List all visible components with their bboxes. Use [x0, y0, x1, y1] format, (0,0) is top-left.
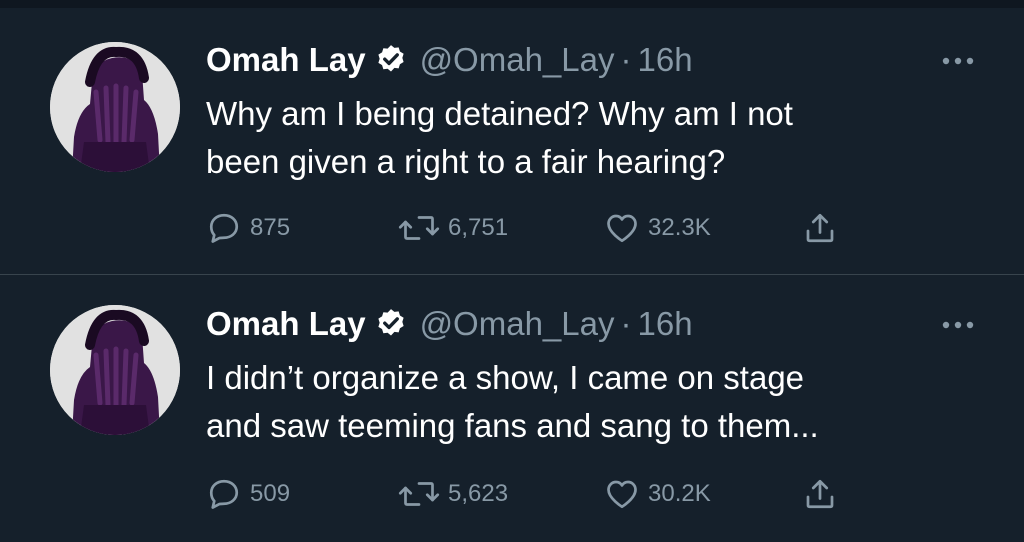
- like-count: 30.2K: [648, 480, 711, 507]
- author-name[interactable]: Omah Lay: [206, 305, 366, 343]
- reply-count: 875: [250, 214, 291, 241]
- tweet[interactable]: Omah Lay @Omah_Lay · 16h I didn’t organi…: [0, 275, 1024, 542]
- tweet-header: Omah Lay @Omah_Lay · 16h: [206, 302, 693, 346]
- tweet-text: I didn’t organize a show, I came on stag…: [206, 354, 966, 450]
- reply-button[interactable]: 509: [206, 474, 290, 514]
- author-handle[interactable]: @Omah_Lay: [420, 305, 615, 343]
- timestamp[interactable]: 16h: [638, 305, 693, 343]
- timestamp[interactable]: 16h: [638, 41, 693, 79]
- heart-icon: [604, 476, 648, 512]
- share-icon: [802, 476, 838, 512]
- retweet-icon: [398, 210, 448, 246]
- verified-badge-icon: [374, 307, 408, 341]
- like-count: 32.3K: [648, 214, 711, 241]
- separator-dot: ·: [620, 41, 632, 78]
- action-bar: 509 5,623 30.2K: [206, 474, 906, 514]
- like-button[interactable]: 30.2K: [604, 474, 711, 514]
- retweet-count: 6,751: [448, 214, 509, 241]
- tweet[interactable]: Omah Lay @Omah_Lay · 16h Why am I being …: [0, 8, 1024, 274]
- reply-icon: [206, 210, 250, 246]
- retweet-count: 5,623: [448, 480, 509, 507]
- tweet-text-line: and saw teeming fans and sang to them...: [206, 407, 819, 444]
- avatar[interactable]: [50, 42, 180, 172]
- share-icon: [802, 210, 838, 246]
- share-button[interactable]: [802, 208, 838, 248]
- share-button[interactable]: [802, 474, 838, 514]
- verified-badge-icon: [374, 43, 408, 77]
- reply-count: 509: [250, 480, 291, 507]
- action-bar: 875 6,751 32.3K: [206, 208, 906, 248]
- reply-button[interactable]: 875: [206, 208, 290, 248]
- like-button[interactable]: 32.3K: [604, 208, 711, 248]
- retweet-button[interactable]: 5,623: [398, 474, 508, 514]
- separator-dot: ·: [620, 305, 632, 342]
- more-options-icon[interactable]: [940, 54, 976, 66]
- author-name[interactable]: Omah Lay: [206, 41, 366, 79]
- heart-icon: [604, 210, 648, 246]
- top-edge: [0, 0, 1024, 8]
- reply-icon: [206, 476, 250, 512]
- retweet-button[interactable]: 6,751: [398, 208, 508, 248]
- retweet-icon: [398, 476, 448, 512]
- tweet-text: Why am I being detained? Why am I not be…: [206, 90, 966, 186]
- more-options-icon[interactable]: [940, 318, 976, 330]
- author-handle[interactable]: @Omah_Lay: [420, 41, 615, 79]
- avatar[interactable]: [50, 305, 180, 435]
- tweet-header: Omah Lay @Omah_Lay · 16h: [206, 38, 693, 82]
- tweet-text-line: Why am I being detained? Why am I not: [206, 95, 793, 132]
- timeline-feed: Omah Lay @Omah_Lay · 16h Why am I being …: [0, 0, 1024, 542]
- tweet-text-line: I didn’t organize a show, I came on stag…: [206, 359, 805, 396]
- tweet-text-line: been given a right to a fair hearing?: [206, 143, 726, 180]
